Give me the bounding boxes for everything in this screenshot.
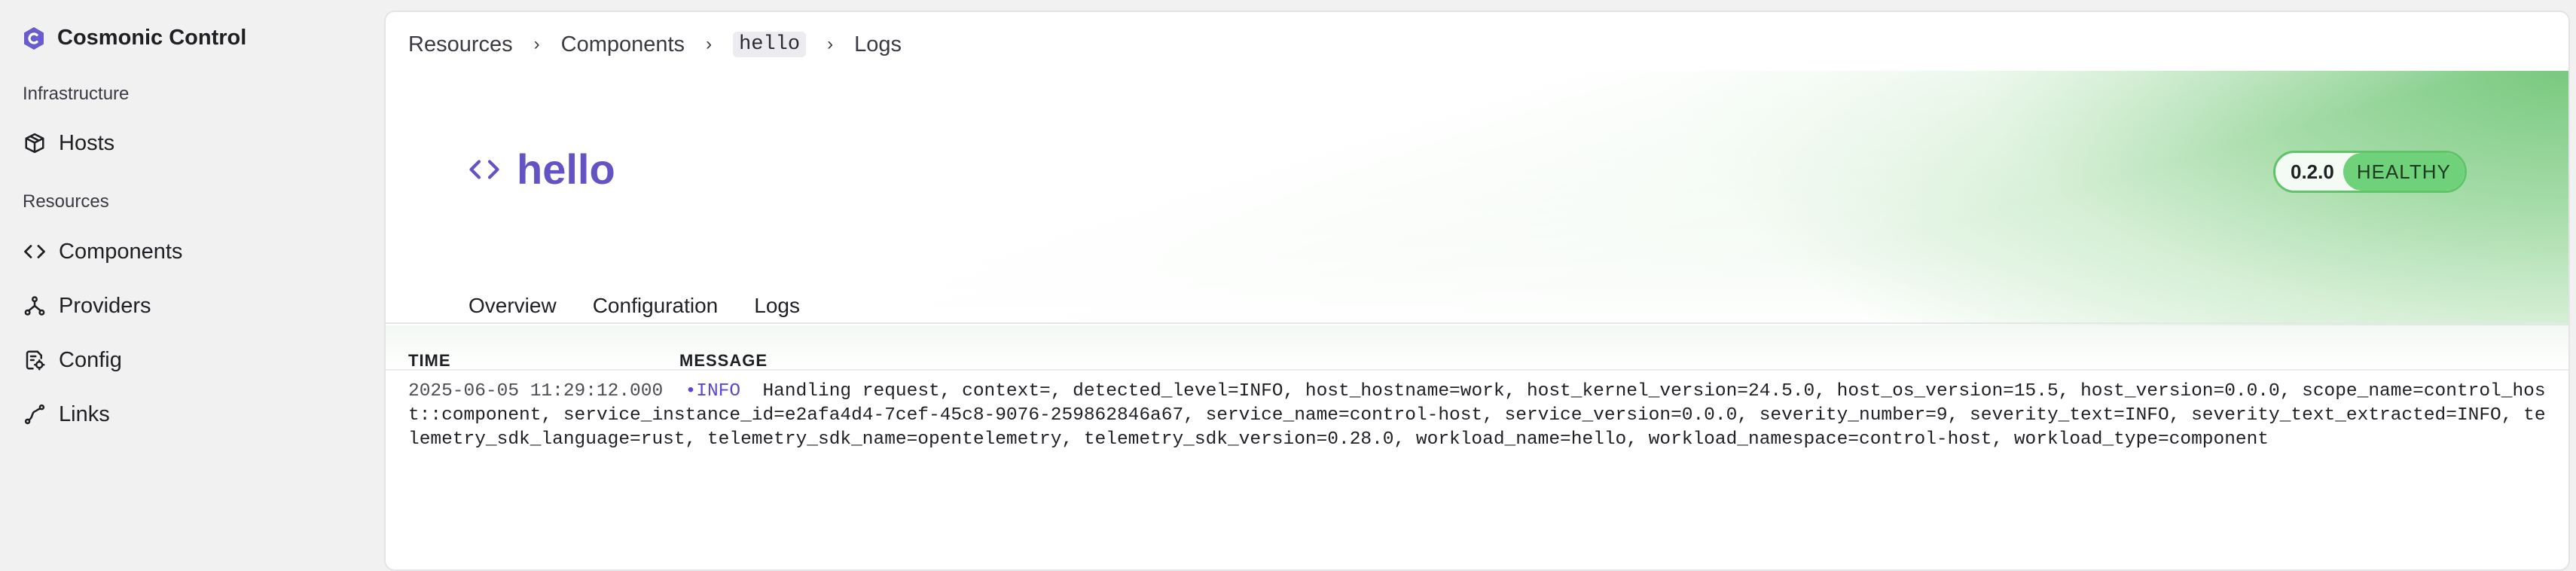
- log-timestamp: 2025-06-05 11:29:12.000: [408, 381, 664, 402]
- sidebar-item-components[interactable]: Components: [23, 234, 182, 270]
- log-table-header: TIME MESSAGE: [386, 325, 2568, 371]
- version-label: 0.2.0: [2291, 160, 2334, 183]
- chevron-right-icon: ›: [533, 34, 540, 54]
- section-label-resources: Resources: [23, 191, 109, 212]
- code-icon: [469, 152, 503, 187]
- sidebar: Cosmonic Control Infrastructure Hosts Re…: [0, 0, 383, 550]
- status-badge: 0.2.0 HEALTHY: [2273, 151, 2467, 193]
- column-header-message: MESSAGE: [679, 351, 768, 370]
- main-panel: Resources › Components › hello › Logs he…: [384, 11, 2570, 571]
- sidebar-item-label: Hosts: [59, 130, 115, 155]
- column-header-time: TIME: [408, 351, 451, 370]
- level-dot-icon: •: [685, 381, 697, 402]
- link-icon: [23, 402, 47, 426]
- sidebar-item-config[interactable]: Config: [23, 342, 122, 378]
- config-icon: [23, 348, 47, 372]
- log-entry-text: 2025-06-05 11:29:12.000 •INFO Handling r…: [408, 380, 2555, 452]
- divider: [386, 322, 2568, 324]
- breadcrumb: Resources › Components › hello › Logs: [408, 27, 902, 62]
- breadcrumb-resources[interactable]: Resources: [408, 32, 513, 57]
- health-status: HEALTHY: [2343, 153, 2465, 191]
- brand[interactable]: Cosmonic Control: [23, 26, 246, 50]
- sidebar-item-providers[interactable]: Providers: [23, 288, 151, 324]
- log-row[interactable]: 2025-06-05 11:29:12.000 •INFO Handling r…: [408, 380, 2555, 452]
- breadcrumb-current: Logs: [854, 32, 902, 56]
- cosmonic-logo-icon: [23, 26, 45, 50]
- sidebar-item-hosts[interactable]: Hosts: [23, 125, 114, 161]
- fork-icon: [23, 294, 47, 318]
- breadcrumb-component-name[interactable]: hello: [733, 32, 807, 57]
- page-header: hello: [469, 145, 615, 194]
- code-icon: [23, 240, 47, 264]
- chevron-right-icon: ›: [706, 34, 713, 54]
- log-level: INFO: [696, 381, 741, 402]
- chevron-right-icon: ›: [827, 34, 834, 54]
- sidebar-item-links[interactable]: Links: [23, 396, 110, 432]
- page-title: hello: [517, 145, 615, 193]
- cube-icon: [23, 131, 47, 155]
- sidebar-item-label: Links: [59, 402, 110, 426]
- brand-name: Cosmonic Control: [57, 26, 247, 50]
- section-label-infrastructure: Infrastructure: [23, 84, 130, 104]
- sidebar-item-label: Components: [59, 239, 183, 264]
- sidebar-item-label: Providers: [59, 293, 151, 318]
- breadcrumb-components[interactable]: Components: [561, 32, 685, 57]
- sidebar-item-label: Config: [59, 347, 122, 372]
